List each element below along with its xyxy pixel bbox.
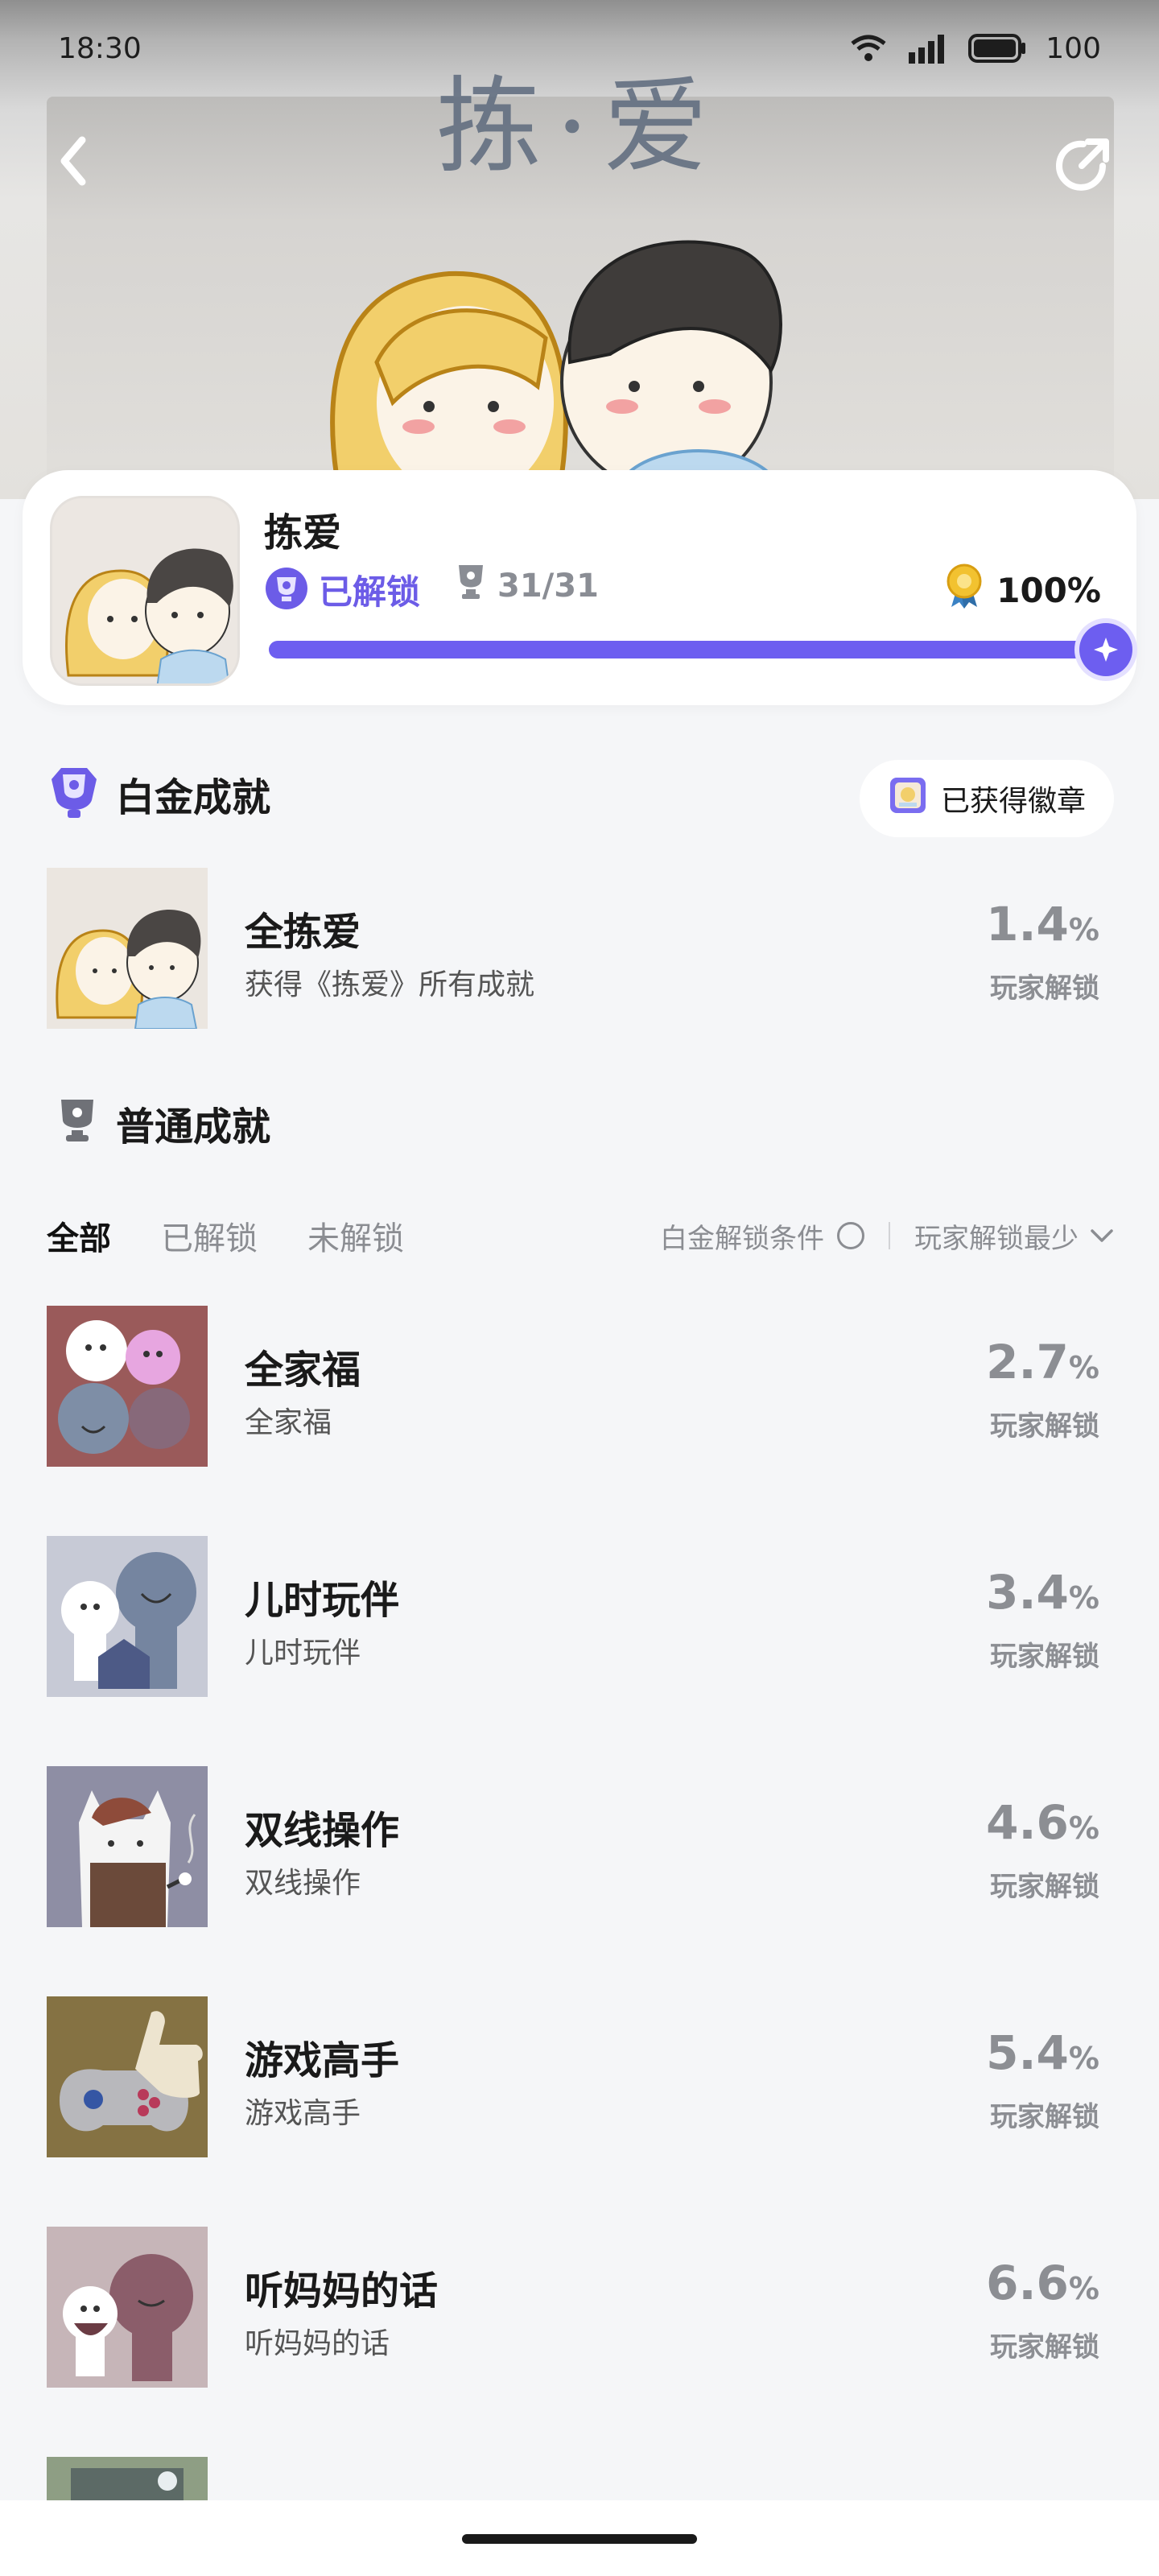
hero-banner: 拣·爱 18:30 100 <box>0 0 1159 499</box>
completion-percent: 100% <box>945 564 1101 617</box>
platinum-condition-label: 白金解锁条件 <box>660 1222 824 1255</box>
achievement-thumbnail <box>47 868 208 1029</box>
share-icon <box>1056 138 1109 191</box>
achievement-row[interactable]: 游戏高手 游戏高手 5.4% 玩家解锁 <box>47 1996 1114 2157</box>
normal-section-header: 普通成就 <box>47 1095 270 1151</box>
trophy-icon <box>58 1098 97 1148</box>
achievement-row[interactable]: 儿时玩伴 儿时玩伴 3.4% 玩家解锁 <box>47 1536 1114 1697</box>
share-button[interactable] <box>1046 129 1119 201</box>
platinum-trophy-icon <box>264 566 309 614</box>
progress-knob <box>1079 623 1132 676</box>
achievement-unlock-rate: 1.4% <box>986 897 1099 952</box>
tab-locked[interactable]: 未解锁 <box>307 1212 404 1259</box>
achievement-unlock-caption: 玩家解锁 <box>990 1410 1099 1443</box>
battery-icon <box>968 32 1028 64</box>
achievement-description: 全家福 <box>245 1406 332 1439</box>
tab-unlocked[interactable]: 已解锁 <box>161 1212 258 1259</box>
achievement-unlock-rate: 6.6% <box>986 2256 1099 2310</box>
achievement-unlock-caption: 玩家解锁 <box>990 1871 1099 1903</box>
achievement-description: 双线操作 <box>245 1867 361 1900</box>
earned-badges-button[interactable]: 已获得徽章 <box>860 760 1114 837</box>
sort-label: 玩家解锁最少 <box>914 1222 1079 1255</box>
achievement-unlock-caption: 玩家解锁 <box>990 972 1099 1005</box>
achievement-title: 全家福 <box>245 1348 361 1393</box>
cellular-signal-icon <box>905 31 951 65</box>
home-indicator[interactable] <box>462 2534 697 2544</box>
achievement-title: 听妈妈的话 <box>245 2268 439 2314</box>
achievement-unlock-caption: 玩家解锁 <box>990 2331 1099 2363</box>
achievement-row[interactable]: 双线操作 双线操作 4.6% 玩家解锁 <box>47 1766 1114 1927</box>
achievement-filter-bar: 全部 已解锁 未解锁 白金解锁条件 玩家解锁最少 <box>47 1208 1114 1264</box>
achievement-title: 儿时玩伴 <box>245 1578 400 1623</box>
achievement-description: 听妈妈的话 <box>245 2327 390 2360</box>
chevron-left-icon <box>60 136 86 186</box>
achievement-title: 双线操作 <box>245 1808 400 1853</box>
achievement-unlock-caption: 玩家解锁 <box>990 1641 1099 1673</box>
achievement-thumbnail <box>47 1536 208 1697</box>
achievement-thumbnail <box>47 2227 208 2388</box>
sort-dropdown[interactable]: 玩家解锁最少 <box>914 1216 1114 1256</box>
achievement-unlock-caption: 玩家解锁 <box>990 2101 1099 2133</box>
game-title: 拣爱 <box>264 510 342 555</box>
platinum-condition-toggle[interactable]: 白金解锁条件 <box>660 1216 864 1256</box>
platinum-section-header: 白金成就 <box>47 763 270 824</box>
achievement-title: 全拣爱 <box>245 910 361 955</box>
achievement-unlock-rate: 4.6% <box>986 1795 1099 1850</box>
tab-all[interactable]: 全部 <box>47 1212 111 1259</box>
completion-progress-bar <box>269 623 1132 676</box>
trophy-count-value: 31/31 <box>497 568 599 605</box>
achievement-thumbnail-partial <box>47 2457 208 2505</box>
achievement-row[interactable]: 听妈妈的话 听妈妈的话 6.6% 玩家解锁 <box>47 2227 1114 2388</box>
achievement-title: 游戏高手 <box>245 2038 400 2083</box>
status-time: 18:30 <box>58 31 142 65</box>
progress-fill <box>269 641 1106 658</box>
earned-badges-label: 已获得徽章 <box>940 785 1086 818</box>
achievement-thumbnail <box>47 1306 208 1467</box>
platinum-achievement-row[interactable]: 全拣爱 获得《拣爱》所有成就 1.4% 玩家解锁 <box>47 868 1114 1029</box>
back-button[interactable] <box>45 129 109 193</box>
trophy-icon <box>456 564 486 609</box>
wifi-icon <box>849 32 888 64</box>
achievement-thumbnail <box>47 1996 208 2157</box>
game-cover-image[interactable] <box>50 496 240 686</box>
achievement-unlock-rate: 2.7% <box>986 1335 1099 1389</box>
achievement-unlock-rate: 5.4% <box>986 2025 1099 2080</box>
radio-circle-icon <box>837 1222 864 1249</box>
medal-icon <box>945 564 984 617</box>
trophy-count: 31/31 <box>456 564 599 609</box>
unlocked-label: 已解锁 <box>319 572 421 612</box>
achievement-description: 获得《拣爱》所有成就 <box>245 968 535 1001</box>
unlocked-status: 已解锁 <box>264 565 420 614</box>
game-summary-card: 拣爱 已解锁 31/31 100% <box>23 470 1136 705</box>
achievement-description: 游戏高手 <box>245 2097 361 2130</box>
completion-percent-value: 100% <box>996 570 1101 610</box>
divider <box>889 1222 890 1249</box>
battery-level: 100 <box>1046 31 1101 65</box>
achievement-row[interactable]: 全家福 全家福 2.7% 玩家解锁 <box>47 1306 1114 1467</box>
sparkle-icon <box>1094 638 1118 662</box>
status-bar: 18:30 100 <box>0 0 1159 97</box>
achievement-unlock-rate: 3.4% <box>986 1565 1099 1620</box>
badge-icon <box>888 775 928 823</box>
chevron-down-icon <box>1091 1229 1113 1242</box>
achievement-description: 儿时玩伴 <box>245 1637 361 1670</box>
platinum-trophy-icon <box>47 763 101 824</box>
normal-section-title: 普通成就 <box>116 1104 271 1150</box>
achievement-thumbnail <box>47 1766 208 1927</box>
platinum-section-title: 白金成就 <box>116 775 271 820</box>
